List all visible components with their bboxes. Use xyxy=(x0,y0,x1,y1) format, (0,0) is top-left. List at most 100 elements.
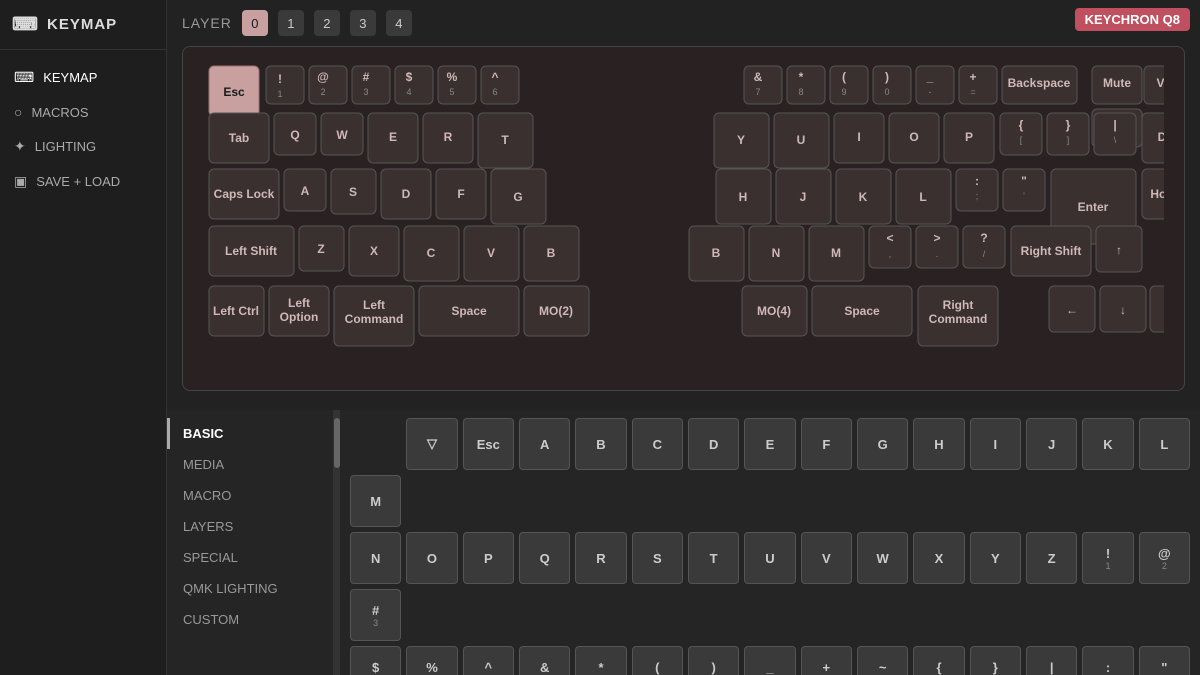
svg-text:Y: Y xyxy=(736,133,744,147)
picker-key-o[interactable]: O xyxy=(406,532,457,584)
category-layers[interactable]: LAYERS xyxy=(167,511,333,542)
svg-text:M: M xyxy=(831,246,841,260)
svg-text:=: = xyxy=(970,87,975,97)
category-basic[interactable]: BASIC xyxy=(167,418,333,449)
svg-text:5: 5 xyxy=(449,87,454,97)
category-special[interactable]: SPECIAL xyxy=(167,542,333,573)
svg-text:Z: Z xyxy=(317,242,324,256)
picker-key-v[interactable]: V xyxy=(801,532,852,584)
svg-text:^: ^ xyxy=(491,70,498,84)
svg-text:↓: ↓ xyxy=(1120,303,1126,317)
picker-key-under-minus[interactable]: _- xyxy=(744,646,795,675)
category-macro[interactable]: MACRO xyxy=(167,480,333,511)
picker-key-amp-7[interactable]: &7 xyxy=(519,646,570,675)
svg-text:B: B xyxy=(546,246,555,260)
picker-key-z[interactable]: Z xyxy=(1026,532,1077,584)
sidebar-item-lighting[interactable]: ✦ LIGHTING xyxy=(0,129,166,164)
picker-key-r[interactable]: R xyxy=(575,532,626,584)
picker-key-a[interactable]: A xyxy=(519,418,570,470)
picker-key-tilde-grave[interactable]: ~` xyxy=(857,646,908,675)
picker-key-pct-5[interactable]: %5 xyxy=(406,646,457,675)
svg-text:N: N xyxy=(771,246,780,260)
svg-text:3: 3 xyxy=(363,87,368,97)
keyboard-svg: .k { fill: #3a3030; stroke: #555; stroke… xyxy=(204,61,1164,376)
picker-key-e[interactable]: E xyxy=(744,418,795,470)
svg-text:!: ! xyxy=(278,72,282,86)
picker-key-g[interactable]: G xyxy=(857,418,908,470)
keymap-icon: ⌨ xyxy=(14,69,34,86)
svg-text:Left Shift: Left Shift xyxy=(225,244,277,258)
picker-key-rparen-0[interactable]: )0 xyxy=(688,646,739,675)
picker-key-hash-3[interactable]: #3 xyxy=(350,589,401,641)
picker-key-m[interactable]: M xyxy=(350,475,401,527)
layer-btn-4[interactable]: 4 xyxy=(386,10,412,36)
lighting-icon: ✦ xyxy=(14,138,26,155)
picker-key-w[interactable]: W xyxy=(857,532,908,584)
svg-text:Esc: Esc xyxy=(223,85,245,99)
svg-text:Left: Left xyxy=(288,296,310,310)
svg-text:}: } xyxy=(1065,118,1070,132)
layer-btn-0[interactable]: 0 xyxy=(242,10,268,36)
svg-text:_: _ xyxy=(925,70,933,84)
svg-text:0: 0 xyxy=(884,87,889,97)
picker-key-i[interactable]: I xyxy=(970,418,1021,470)
category-qmk-lighting[interactable]: QMK LIGHTING xyxy=(167,573,333,604)
picker-key-s[interactable]: S xyxy=(632,532,683,584)
picker-key-transparent[interactable]: ▽ xyxy=(406,418,457,470)
svg-text:-: - xyxy=(928,87,931,97)
picker-key-pipe-bslash[interactable]: |\ xyxy=(1026,646,1077,675)
picker-key-b[interactable]: B xyxy=(575,418,626,470)
picker-key-f[interactable]: F xyxy=(801,418,852,470)
app-logo: ⌨ KEYMAP xyxy=(12,14,154,35)
picker-key-l[interactable]: L xyxy=(1139,418,1190,470)
picker-key-u[interactable]: U xyxy=(744,532,795,584)
picker-key-excl-1[interactable]: !1 xyxy=(1082,532,1133,584)
category-custom[interactable]: CUSTOM xyxy=(167,604,333,635)
category-media[interactable]: MEDIA xyxy=(167,449,333,480)
picker-key-at-2[interactable]: @2 xyxy=(1139,532,1190,584)
svg-text:MO(2): MO(2) xyxy=(539,304,573,318)
picker-key-q[interactable]: Q xyxy=(519,532,570,584)
picker-key-c[interactable]: C xyxy=(632,418,683,470)
svg-text:?: ? xyxy=(980,231,987,245)
picker-key-k[interactable]: K xyxy=(1082,418,1133,470)
picker-key-rbrace-rbrack[interactable]: }] xyxy=(970,646,1021,675)
svg-text:(: ( xyxy=(842,70,846,84)
picker-key-y[interactable]: Y xyxy=(970,532,1021,584)
sidebar-item-macros[interactable]: ○ MACROS xyxy=(0,95,166,129)
picker-key-lbrace-lbrack[interactable]: {[ xyxy=(913,646,964,675)
picker-key-quote-apos[interactable]: "' xyxy=(1139,646,1190,675)
picker-key-lparen-9[interactable]: (9 xyxy=(632,646,683,675)
picker-key-plus-equal[interactable]: += xyxy=(801,646,852,675)
sidebar-item-keymap-label: KEYMAP xyxy=(43,70,97,85)
sidebar-header: ⌨ KEYMAP xyxy=(0,0,166,50)
sidebar-item-save-load[interactable]: ▣ SAVE + LOAD xyxy=(0,164,166,199)
picker-key-n[interactable]: N xyxy=(350,532,401,584)
svg-text:8: 8 xyxy=(798,87,803,97)
picker-key-star-8[interactable]: *8 xyxy=(575,646,626,675)
layer-btn-1[interactable]: 1 xyxy=(278,10,304,36)
picker-key-colon-semi[interactable]: :; xyxy=(1082,646,1133,675)
picker-key-p[interactable]: P xyxy=(463,532,514,584)
svg-text:G: G xyxy=(513,190,522,204)
layer-label: LAYER xyxy=(182,15,232,31)
picker-key-x[interactable]: X xyxy=(913,532,964,584)
picker-scrollbar[interactable] xyxy=(334,410,340,675)
picker-key-j[interactable]: J xyxy=(1026,418,1077,470)
svg-text:Tab: Tab xyxy=(228,131,248,145)
picker-key-esc[interactable]: Esc xyxy=(463,418,514,470)
sidebar-item-keymap[interactable]: ⌨ KEYMAP xyxy=(0,60,166,95)
svg-text:S: S xyxy=(348,185,356,199)
scrollbar-thumb xyxy=(334,418,340,468)
svg-text:%: % xyxy=(446,70,457,84)
svg-text:Left: Left xyxy=(363,298,385,312)
svg-text:@: @ xyxy=(317,70,329,84)
layer-btn-3[interactable]: 3 xyxy=(350,10,376,36)
picker-key-h[interactable]: H xyxy=(913,418,964,470)
picker-key-t[interactable]: T xyxy=(688,532,739,584)
picker-key-dollar-4[interactable]: $4 xyxy=(350,646,401,675)
sidebar-item-macros-label: MACROS xyxy=(31,105,88,120)
picker-key-d[interactable]: D xyxy=(688,418,739,470)
picker-key-caret-6[interactable]: ^6 xyxy=(463,646,514,675)
layer-btn-2[interactable]: 2 xyxy=(314,10,340,36)
